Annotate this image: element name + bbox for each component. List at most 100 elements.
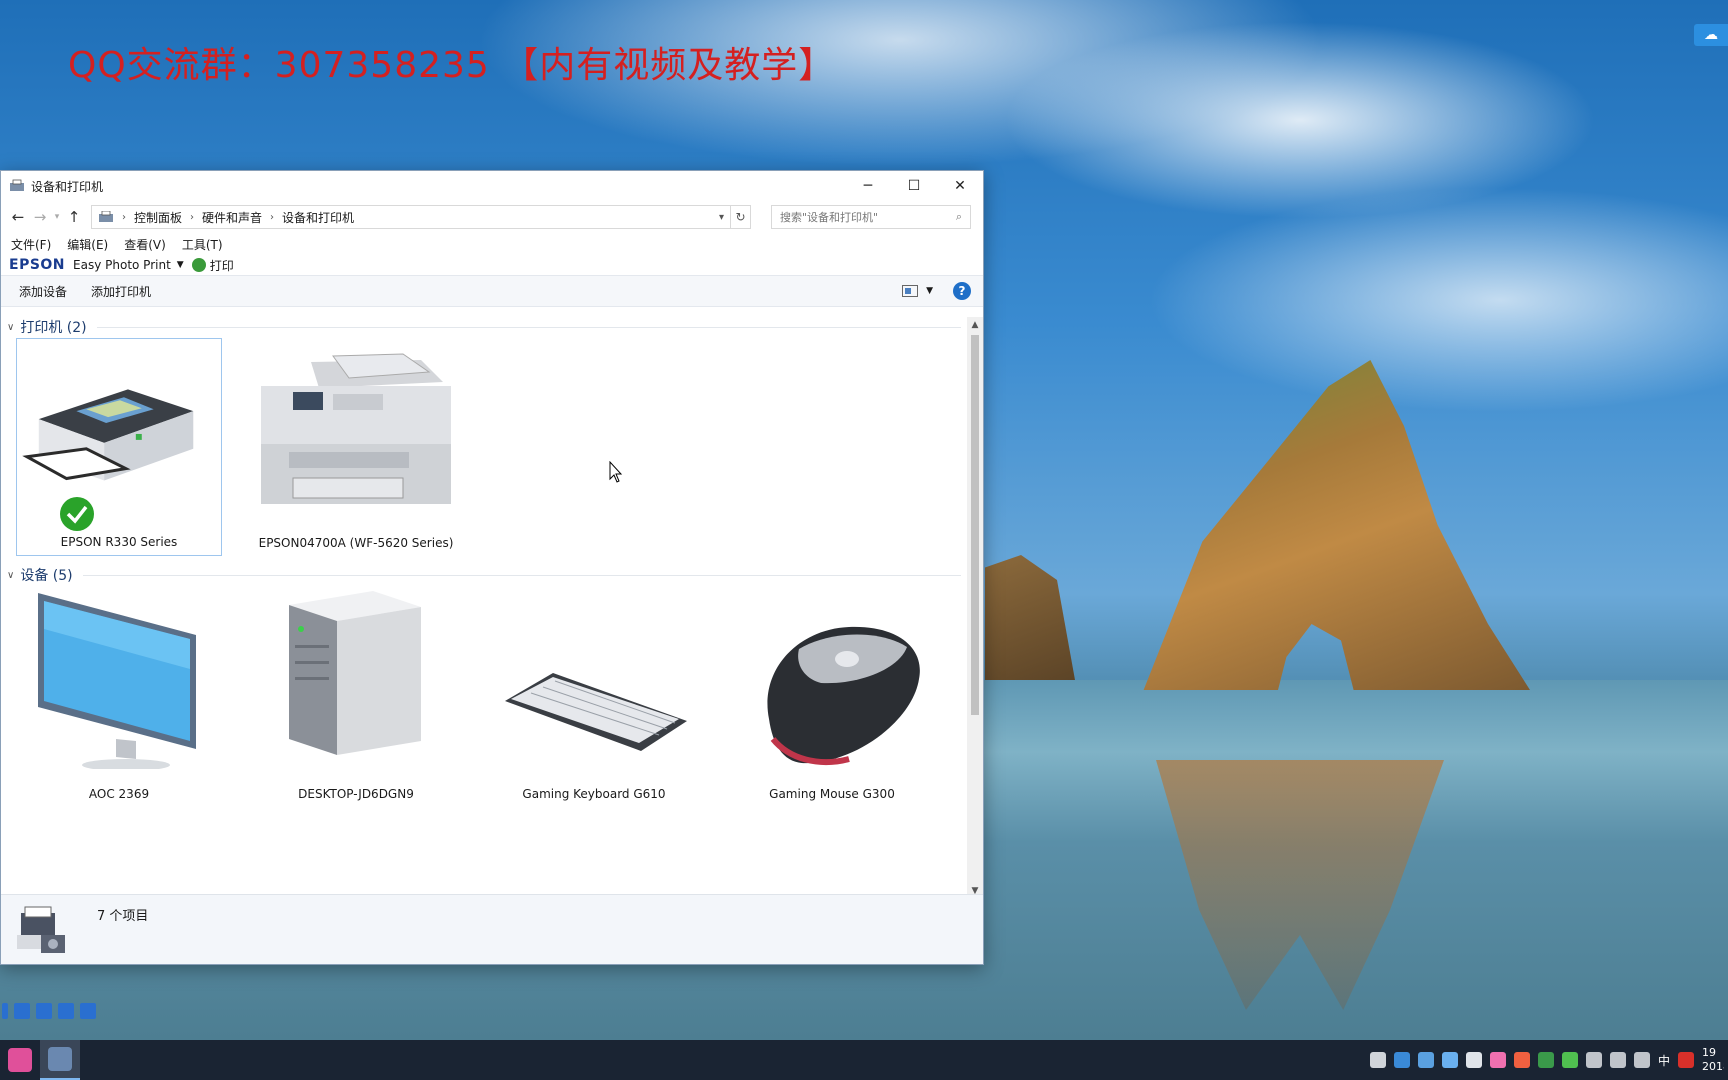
back-arrow-icon[interactable]: ← (7, 208, 29, 226)
device-label: DESKTOP-JD6DGN9 (298, 787, 414, 801)
menu-view[interactable]: 查看(V) (124, 236, 166, 253)
window-title: 设备和打印机 (31, 179, 104, 194)
up-arrow-icon[interactable]: ↑ (63, 208, 85, 226)
devices-and-printers-window: 设备和打印机 ─ ☐ ✕ ← → ▾ ↑ › 控制面板 › 硬件和声音 › 设备… (0, 170, 984, 965)
breadcrumb-devices-printers[interactable]: 设备和打印机 (282, 209, 354, 226)
menu-file[interactable]: 文件(F) (11, 236, 51, 253)
tray-icon[interactable] (1513, 1052, 1530, 1068)
group-header-devices[interactable]: ∨ 设备 (5) (7, 565, 961, 585)
monitor-icon (38, 593, 196, 769)
epson-toolbar: EPSON Easy Photo Print ▼ 打印 (1, 255, 983, 275)
wrench-icon[interactable] (80, 1003, 96, 1019)
battery-icon[interactable] (1585, 1052, 1602, 1068)
tray-icon[interactable] (1393, 1052, 1410, 1068)
scroll-up-icon[interactable]: ▲ (967, 317, 983, 333)
print-icon (191, 258, 206, 272)
mouse-cursor-icon (609, 461, 623, 483)
tray-icon[interactable] (1369, 1052, 1386, 1068)
refresh-icon[interactable]: ↻ (731, 205, 751, 229)
tray-icon[interactable] (1465, 1052, 1482, 1068)
chevron-down-icon[interactable]: ▼ (926, 286, 933, 296)
address-dropdown-icon[interactable]: ▾ (719, 212, 724, 223)
easy-photo-print-button[interactable]: Easy Photo Print (73, 258, 171, 272)
computer-tower-icon (289, 591, 421, 755)
search-input[interactable]: 搜索"设备和打印机" ⌕ (771, 205, 971, 229)
clock-date: 2018 (1702, 1060, 1724, 1073)
clock[interactable]: 19 2018 (1702, 1046, 1724, 1074)
device-label: EPSON R330 Series (60, 535, 178, 549)
address-bar[interactable]: › 控制面板 › 硬件和声音 › 设备和打印机 ▾ (91, 205, 731, 229)
device-item-printer-r330[interactable]: EPSON R330 Series (16, 338, 222, 556)
breadcrumb-hardware-sound[interactable]: 硬件和声音 (202, 209, 262, 226)
breadcrumb-control-panel[interactable]: 控制面板 (134, 209, 182, 226)
menu-edit[interactable]: 编辑(E) (67, 236, 108, 253)
breadcrumb-separator-icon: › (122, 211, 126, 223)
volume-icon[interactable] (1633, 1052, 1650, 1068)
tray-icon[interactable] (1561, 1052, 1578, 1068)
chevron-down-icon[interactable]: ∨ (7, 322, 14, 333)
close-button[interactable]: ✕ (937, 171, 983, 201)
ime-indicator[interactable]: 中 (1658, 1052, 1670, 1069)
command-bar: 添加设备 添加打印机 ▼ ? (1, 275, 983, 307)
system-tray: 中 19 2018 (1369, 1040, 1728, 1080)
wallpaper-rock-arch (1143, 360, 1530, 690)
mouse-icon (767, 626, 920, 765)
default-printer-check-icon (60, 497, 94, 531)
printer-icon (22, 389, 194, 481)
device-item-mouse[interactable]: Gaming Mouse G300 (729, 589, 935, 807)
clock-time: 19 (1702, 1046, 1716, 1059)
handle-icon[interactable] (2, 1003, 8, 1019)
device-label: Gaming Mouse G300 (769, 787, 895, 801)
maximize-button[interactable]: ☐ (891, 171, 937, 201)
group-title-devices: 设备 (5) (20, 568, 73, 584)
user-icon[interactable] (36, 1003, 52, 1019)
view-options-icon[interactable] (902, 285, 919, 297)
forward-arrow-icon[interactable]: → (29, 208, 51, 226)
menu-tools[interactable]: 工具(T) (182, 236, 223, 253)
recent-dropdown-icon[interactable]: ▾ (51, 212, 63, 222)
multifunction-printer-icon (261, 353, 451, 504)
chevron-down-icon[interactable]: ∨ (7, 570, 14, 581)
group-title-printers: 打印机 (2) (20, 320, 87, 336)
devices-printers-large-icon (1, 895, 71, 965)
minimize-button[interactable]: ─ (845, 171, 891, 201)
control-panel-icon (99, 211, 113, 222)
device-label: AOC 2369 (88, 787, 150, 801)
tray-icon[interactable] (1489, 1052, 1506, 1068)
device-item-printer-wf5620[interactable]: EPSON04700A (WF-5620 Series) (253, 338, 459, 556)
group-header-printers[interactable]: ∨ 打印机 (2) (7, 317, 961, 337)
scrollbar-thumb[interactable] (971, 335, 979, 715)
details-pane: 7 个项目 (1, 894, 983, 964)
taskbar-app-devices-printers[interactable] (40, 1040, 80, 1080)
title-bar[interactable]: 设备和打印机 ─ ☐ ✕ (1, 171, 983, 201)
breadcrumb-separator-icon: › (190, 211, 195, 223)
tray-icon[interactable] (1441, 1052, 1458, 1068)
print-button[interactable]: 打印 (210, 257, 234, 274)
taskbar-app-pink[interactable] (0, 1040, 40, 1080)
devices-printers-icon (10, 179, 24, 191)
cloud-app-icon[interactable]: ☁ (1694, 24, 1728, 46)
floating-tool-bar (0, 1000, 96, 1022)
qq-group-banner: QQ交流群：307358235 【内有视频及教学】 (68, 45, 836, 86)
device-item-computer[interactable]: DESKTOP-JD6DGN9 (253, 589, 459, 807)
device-label: EPSON04700A (WF-5620 Series) (258, 536, 454, 550)
keyboard-icon[interactable] (14, 1003, 30, 1019)
keyboard-icon (505, 673, 687, 751)
vertical-scrollbar[interactable]: ▲ ▼ (967, 317, 983, 899)
sogou-icon[interactable] (1678, 1052, 1694, 1068)
add-printer-button[interactable]: 添加打印机 (91, 283, 151, 300)
device-label: Gaming Keyboard G610 (522, 787, 666, 801)
tray-icon[interactable] (1417, 1052, 1434, 1068)
shirt-icon[interactable] (58, 1003, 74, 1019)
breadcrumb-separator-icon: › (270, 211, 275, 223)
add-device-button[interactable]: 添加设备 (19, 283, 67, 300)
wifi-icon[interactable] (1609, 1052, 1626, 1068)
tray-icon[interactable] (1537, 1052, 1554, 1068)
help-button[interactable]: ? (953, 282, 971, 300)
device-item-keyboard[interactable]: Gaming Keyboard G610 (491, 589, 697, 807)
taskbar: 中 19 2018 (0, 1040, 1728, 1080)
devices-content-area: ∨ 打印机 (2) EPSON R330 Series EPSON04700A … (1, 317, 969, 897)
device-item-monitor[interactable]: AOC 2369 (16, 589, 222, 807)
item-count: 7 个项目 (97, 909, 149, 924)
chevron-down-icon[interactable]: ▼ (177, 260, 184, 270)
